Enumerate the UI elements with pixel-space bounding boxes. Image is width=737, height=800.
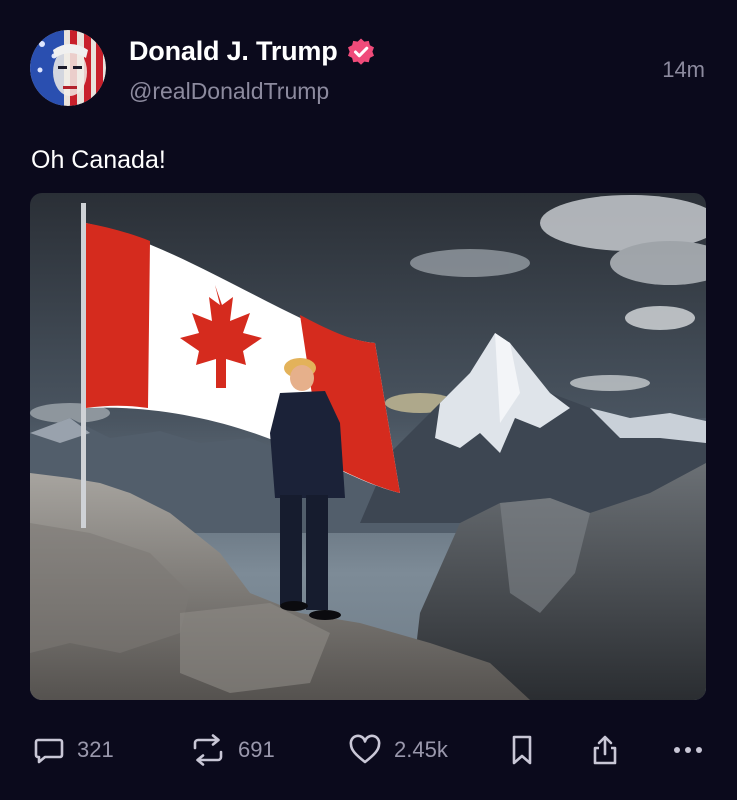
reply-count: 321 <box>77 737 114 762</box>
share-button[interactable] <box>590 726 620 774</box>
like-count: 2.45k <box>394 737 448 762</box>
avatar[interactable] <box>30 30 106 106</box>
author-row: Donald J. Trump <box>129 36 376 67</box>
comment-icon <box>33 734 65 766</box>
more-button[interactable] <box>672 726 704 774</box>
repost-icon <box>190 734 226 766</box>
bookmark-button[interactable] <box>508 726 536 774</box>
avatar-image <box>30 30 106 106</box>
post-image-canvas <box>30 193 706 700</box>
post-card: Donald J. Trump @realDonaldTrump 14m Oh … <box>0 0 737 800</box>
post-timestamp[interactable]: 14m <box>662 57 705 83</box>
repost-count: 691 <box>238 737 275 762</box>
heart-icon <box>348 734 382 766</box>
author-name[interactable]: Donald J. Trump <box>129 36 338 67</box>
bookmark-icon <box>508 734 536 766</box>
verified-badge-icon <box>346 37 376 67</box>
share-icon <box>590 734 620 766</box>
reply-button[interactable]: 321 <box>33 726 114 774</box>
flagpole <box>81 203 86 528</box>
repost-button[interactable]: 691 <box>190 726 275 774</box>
like-button[interactable]: 2.45k <box>348 726 448 774</box>
post-text: Oh Canada! <box>31 146 166 174</box>
more-dots-icon <box>672 734 704 766</box>
action-bar: 321 691 2.45k <box>0 726 737 774</box>
post-image[interactable] <box>30 193 706 700</box>
author-handle[interactable]: @realDonaldTrump <box>129 78 329 105</box>
